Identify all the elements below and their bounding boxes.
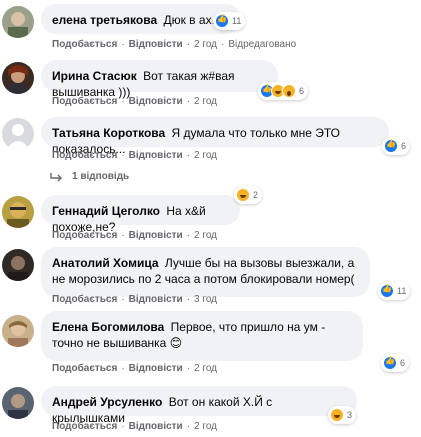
reaction-summary[interactable]: 11 xyxy=(378,282,411,300)
reaction-summary[interactable]: 2 xyxy=(234,186,263,204)
reaction-count: 3 xyxy=(347,410,353,420)
reaction-summary[interactable]: 6 xyxy=(381,354,410,372)
reaction-count: 6 xyxy=(400,358,406,368)
like-button[interactable]: Подобається xyxy=(52,421,117,432)
avatar[interactable] xyxy=(2,62,34,94)
comment-actions: Подобається · Відповісти · 2 год · Відредагова… xyxy=(52,39,297,50)
avatar[interactable] xyxy=(2,196,34,228)
like-button[interactable]: Подобається xyxy=(52,96,117,107)
comment-bubble: Геннадий Цеголко На х&й похоже,не? xyxy=(41,195,240,234)
comment-bubble: Андрей Урсуленко Вот он какой Х.Й с крыл… xyxy=(41,386,357,425)
view-replies-link[interactable]: 1 відповідь xyxy=(49,171,129,182)
reaction-summary[interactable]: 6 xyxy=(382,137,411,155)
reply-button[interactable]: Відповісти xyxy=(129,230,183,241)
reply-button[interactable]: Відповісти xyxy=(129,421,183,432)
reaction-summary[interactable]: 3 xyxy=(328,406,357,424)
like-button[interactable]: Подобається xyxy=(52,363,117,374)
comment-time[interactable]: 2 год xyxy=(194,421,217,432)
avatar[interactable] xyxy=(2,387,34,419)
like-reaction-icon xyxy=(380,284,394,298)
reply-button[interactable]: Відповісти xyxy=(129,39,183,50)
reaction-summary[interactable]: 6 xyxy=(258,82,309,100)
reaction-count: 11 xyxy=(232,16,242,26)
comment-actions: Подобається · Відповісти · 3 год xyxy=(52,294,217,305)
comment-bubble: Татьяна Короткова Я думала что только мн… xyxy=(41,117,389,156)
replies-count-label[interactable]: 1 відповідь xyxy=(72,171,129,182)
comment-time[interactable]: 2 год xyxy=(194,363,217,374)
like-reaction-icon xyxy=(384,139,398,153)
comment-author[interactable]: елена третьякова xyxy=(52,13,157,27)
reaction-count: 6 xyxy=(401,141,407,151)
comment-author[interactable]: Анатолий Хомица xyxy=(52,256,159,270)
comment-author[interactable]: Елена Богомилова xyxy=(52,320,164,334)
comment-actions: Подобається · Відповісти · 2 год xyxy=(52,363,217,374)
avatar[interactable] xyxy=(2,315,34,347)
like-button[interactable]: Подобається xyxy=(52,294,117,305)
like-button[interactable]: Подобається xyxy=(52,230,117,241)
like-button[interactable]: Подобається xyxy=(52,39,117,50)
comment-actions: Подобається · Відповісти · 2 год xyxy=(52,421,217,432)
comment-time[interactable]: 2 год xyxy=(194,39,217,50)
haha-reaction-icon xyxy=(330,408,344,422)
comment-bubble: Елена Богомилова Первое, что пришло на у… xyxy=(41,311,363,361)
avatar[interactable] xyxy=(2,6,34,38)
reaction-count: 2 xyxy=(253,190,259,200)
reply-arrow-icon xyxy=(50,172,62,181)
reply-button[interactable]: Відповісти xyxy=(129,150,183,161)
comment-author[interactable]: Андрей Урсуленко xyxy=(52,395,162,409)
haha-reaction-icon xyxy=(236,188,250,202)
avatar[interactable] xyxy=(2,249,34,281)
comment-time[interactable]: 2 год xyxy=(194,96,217,107)
comment-author[interactable]: Ирина Стасюк xyxy=(52,69,137,83)
comment-bubble: Анатолий Хомица Лучше бы на вызовы выезж… xyxy=(41,247,370,297)
comment-author[interactable]: Геннадий Цеголко xyxy=(52,204,160,218)
like-reaction-icon xyxy=(215,14,229,28)
comment-actions: Подобається · Відповісти · 2 год xyxy=(52,96,217,107)
avatar[interactable] xyxy=(2,118,34,150)
like-button[interactable]: Подобається xyxy=(52,150,117,161)
comment-time[interactable]: 2 год xyxy=(194,230,217,241)
comment-time[interactable]: 3 год xyxy=(194,294,217,305)
reply-button[interactable]: Відповісти xyxy=(129,96,183,107)
reaction-count: 6 xyxy=(299,86,305,96)
reply-button[interactable]: Відповісти xyxy=(129,363,183,374)
edited-label: Відредаговано xyxy=(228,39,297,50)
comment-bubble: Ирина Стасюк Вот такая ж#вая вышиванка )… xyxy=(41,60,278,99)
reply-button[interactable]: Відповісти xyxy=(129,294,183,305)
comment-actions: Подобається · Відповісти · 2 год xyxy=(52,150,217,161)
comment-actions: Подобається · Відповісти · 2 год xyxy=(52,230,217,241)
reaction-summary[interactable]: 11 xyxy=(213,12,246,30)
like-reaction-icon xyxy=(383,356,397,370)
comment-time[interactable]: 2 год xyxy=(194,150,217,161)
comment-bubble: елена третьякова Дюк в ах.е( xyxy=(41,4,241,34)
reaction-count: 11 xyxy=(397,286,407,296)
comment-author[interactable]: Татьяна Короткова xyxy=(52,126,165,140)
wow-reaction-icon xyxy=(282,84,296,98)
